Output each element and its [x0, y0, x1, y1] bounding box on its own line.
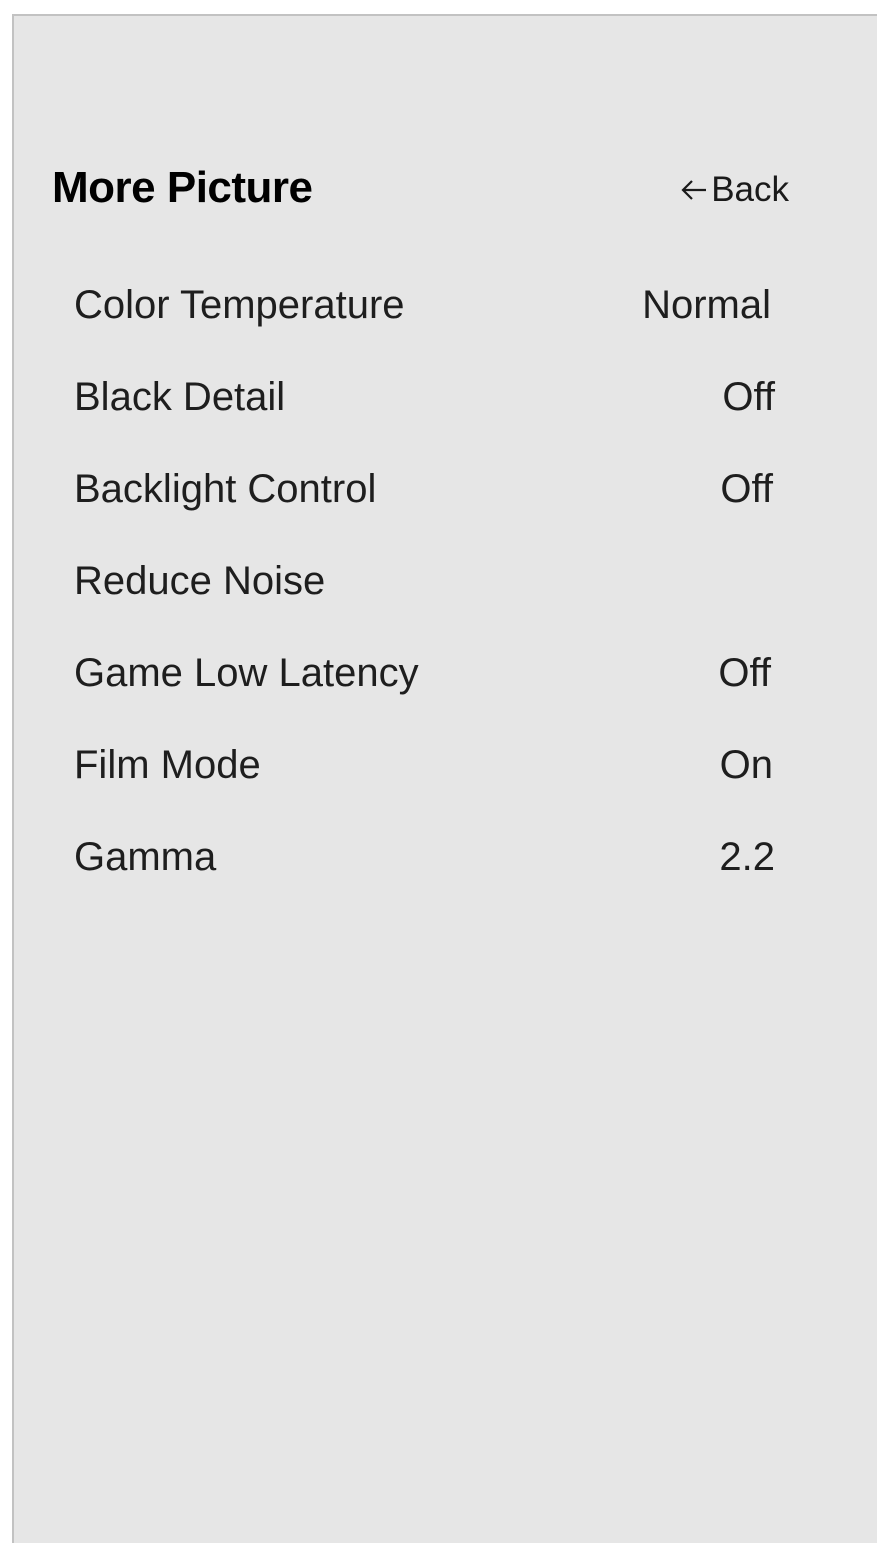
settings-menu: Color Temperature Normal Black Detail Of…	[14, 268, 877, 912]
menu-item-gamma[interactable]: Gamma 2.2	[14, 820, 877, 912]
menu-item-label: Film Mode	[74, 743, 261, 787]
menu-item-value: 2.2	[719, 835, 775, 879]
page-title: More Picture	[52, 163, 313, 212]
menu-item-value: Off	[720, 467, 773, 511]
menu-item-color-temperature[interactable]: Color Temperature Normal	[14, 268, 877, 360]
menu-item-value: Normal	[642, 283, 771, 327]
menu-item-value: Off	[722, 375, 775, 419]
menu-item-backlight-control[interactable]: Backlight Control Off	[14, 452, 877, 544]
menu-item-label: Gamma	[74, 835, 217, 879]
menu-item-value: Off	[718, 651, 771, 695]
settings-panel: More Picture Back Color Temperature Norm…	[12, 14, 877, 1543]
menu-item-label: Game Low Latency	[74, 651, 419, 695]
menu-item-value: On	[719, 743, 773, 787]
menu-item-game-low-latency[interactable]: Game Low Latency Off	[14, 636, 877, 728]
back-label: Back	[711, 170, 789, 209]
menu-item-label: Color Temperature	[74, 283, 405, 327]
menu-item-film-mode[interactable]: Film Mode On	[14, 728, 877, 820]
menu-item-label: Backlight Control	[74, 467, 377, 511]
menu-item-label: Reduce Noise	[74, 559, 326, 603]
arrow-left-icon	[679, 175, 709, 205]
back-button[interactable]: Back	[679, 168, 789, 212]
menu-item-label: Black Detail	[74, 375, 286, 419]
menu-item-reduce-noise[interactable]: Reduce Noise	[14, 544, 877, 636]
menu-item-black-detail[interactable]: Black Detail Off	[14, 360, 877, 452]
